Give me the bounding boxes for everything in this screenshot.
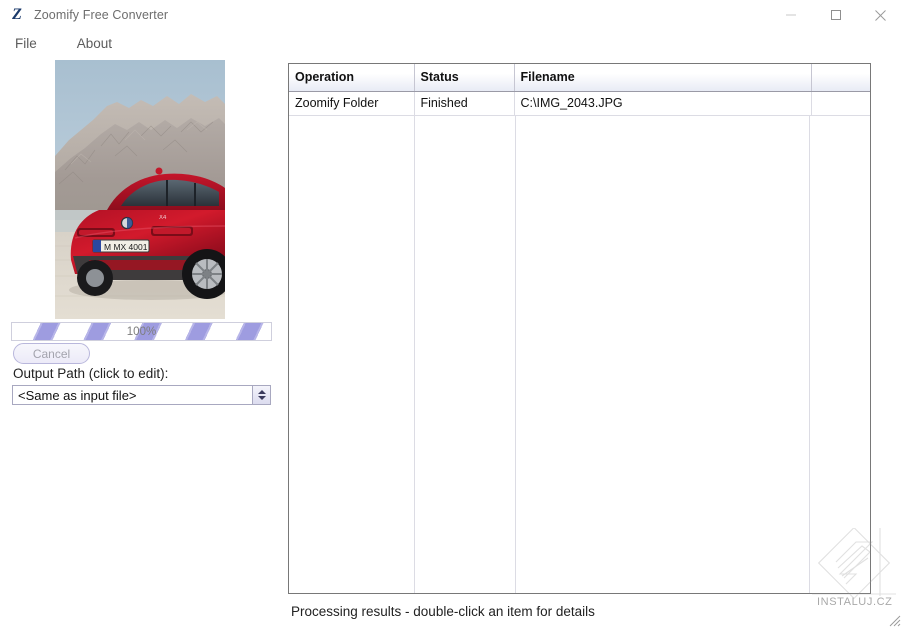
output-path-select[interactable]: <Same as input file> xyxy=(12,385,271,405)
zoomify-free-converter-window: Z Zoomify Free Converter File About X4 M… xyxy=(0,0,903,629)
cell-operation: Zoomify Folder xyxy=(289,91,415,116)
resize-grip-icon[interactable] xyxy=(885,611,901,627)
column-header-operation[interactable]: Operation xyxy=(289,64,415,92)
output-path-spinner-icon[interactable] xyxy=(252,386,270,404)
column-header-extra[interactable] xyxy=(811,64,870,92)
progress-bar-label: 100% xyxy=(126,325,157,338)
table-header-row: Operation Status Filename xyxy=(289,64,870,92)
status-bar-text: Processing results - double-click an ite… xyxy=(291,604,595,619)
watermark-label: INSTALUJ.CZ xyxy=(817,596,893,608)
title-bar: Z Zoomify Free Converter xyxy=(0,0,903,30)
svg-text:M MX 4001: M MX 4001 xyxy=(104,242,148,252)
column-header-filename[interactable]: Filename xyxy=(514,64,812,92)
chevron-up-icon xyxy=(257,390,266,394)
menu-item-file[interactable]: File xyxy=(9,34,43,53)
chevron-down-icon xyxy=(257,396,266,400)
progress-bar: 100% xyxy=(11,322,272,341)
cell-extra xyxy=(811,91,870,116)
cancel-button[interactable]: Cancel xyxy=(13,343,90,364)
window-title: Zoomify Free Converter xyxy=(34,8,169,22)
menu-item-about[interactable]: About xyxy=(71,34,118,53)
window-controls xyxy=(768,0,903,30)
menu-bar: File About xyxy=(0,30,903,56)
results-table: Operation Status Filename Zoomify Folder… xyxy=(289,64,870,116)
output-path-label: Output Path (click to edit): xyxy=(13,366,169,381)
output-path-value: <Same as input file> xyxy=(18,387,137,403)
image-preview: X4 M MX 4001 xyxy=(55,60,225,319)
minimize-button[interactable] xyxy=(768,0,813,30)
column-header-status[interactable]: Status xyxy=(414,64,515,92)
cell-filename: C:\IMG_2043.JPG xyxy=(514,91,812,116)
zoomify-z-logo-icon: Z xyxy=(12,6,22,23)
results-table-panel[interactable]: Operation Status Filename Zoomify Folder… xyxy=(288,63,871,594)
table-row[interactable]: Zoomify Folder Finished C:\IMG_2043.JPG xyxy=(289,91,870,116)
cell-status: Finished xyxy=(414,91,515,116)
maximize-button[interactable] xyxy=(813,0,858,30)
svg-text:X4: X4 xyxy=(159,215,167,221)
close-button[interactable] xyxy=(858,0,903,30)
grid-column-guides xyxy=(289,116,870,593)
